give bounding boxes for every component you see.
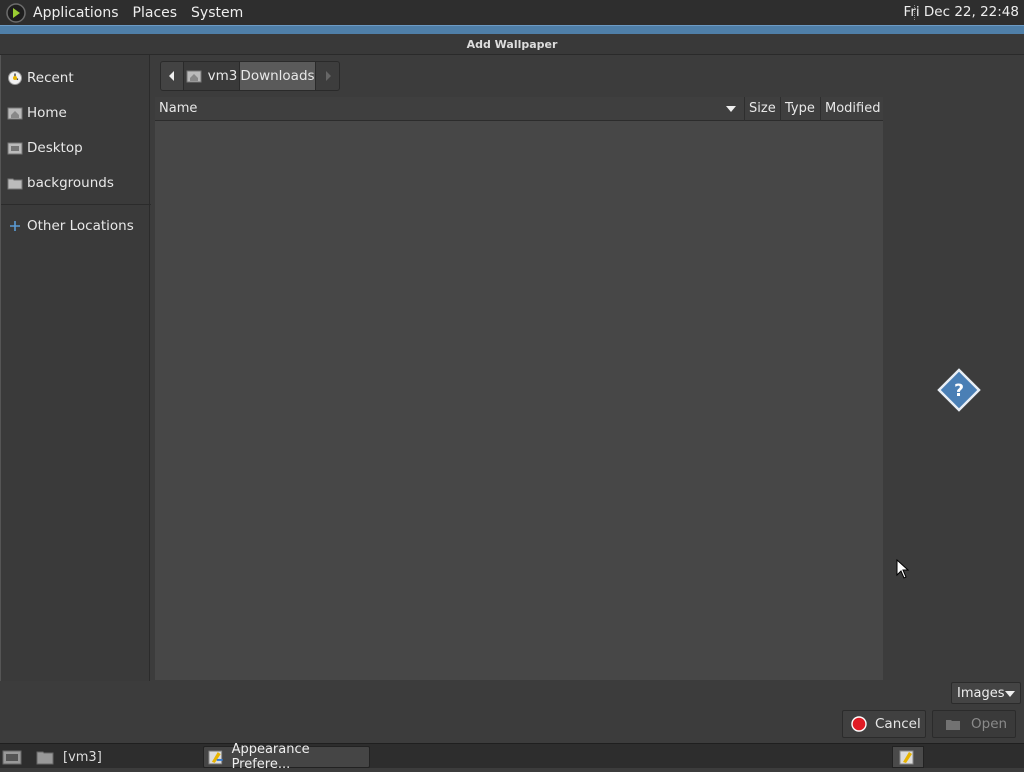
column-header-label: Name [159, 101, 198, 116]
column-header-type[interactable]: Type [780, 97, 820, 121]
show-desktop-icon [2, 750, 22, 765]
taskbar-item-appearance[interactable]: Appearance Prefere... [203, 742, 370, 772]
taskbar-item-label: [vm3] [63, 749, 102, 765]
svg-text:?: ? [954, 381, 964, 401]
sidebar-item-home[interactable]: Home [7, 103, 67, 123]
column-header-modified[interactable]: Modified [820, 97, 883, 121]
desktop-folder-icon [7, 142, 23, 155]
taskbar-item-vm3[interactable]: [vm3] [36, 746, 196, 768]
folder-icon [7, 178, 23, 190]
sidebar-item-desktop[interactable]: Desktop [7, 138, 83, 158]
recent-icon [8, 71, 22, 85]
open-label: Open [971, 716, 1008, 732]
window-accent-bar [0, 25, 1024, 34]
filter-selected-label: Images [957, 685, 1005, 701]
open-button[interactable]: Open [932, 710, 1016, 738]
path-segment-label: Downloads [240, 68, 315, 84]
path-segment-label: vm3 [207, 68, 238, 84]
preview-pane: ? [884, 97, 1024, 680]
plus-icon [10, 221, 20, 231]
chevron-down-icon [1005, 691, 1015, 697]
menu-system[interactable]: System [191, 5, 243, 21]
file-type-filter[interactable]: Images [951, 682, 1021, 704]
path-segment-downloads[interactable]: Downloads [240, 61, 316, 91]
appearance-icon [208, 750, 223, 765]
chevron-right-icon [325, 71, 331, 81]
folder-icon [36, 751, 54, 765]
applications-logo-icon[interactable] [5, 2, 27, 24]
path-bar: vm3 Downloads [160, 61, 340, 91]
show-desktop-button[interactable] [2, 746, 22, 768]
open-folder-icon [946, 720, 960, 730]
mouse-pointer-icon [896, 559, 910, 579]
clock[interactable]: Fri Dec 22, 22:48 [904, 4, 1019, 20]
cancel-icon [851, 716, 867, 732]
sidebar-item-label: backgrounds [27, 175, 114, 191]
path-back-button[interactable] [160, 61, 184, 91]
cancel-button[interactable]: Cancel [842, 710, 926, 738]
home-icon [7, 107, 23, 120]
path-forward-button[interactable] [316, 61, 340, 91]
file-list[interactable] [155, 121, 883, 680]
sidebar-item-label: Desktop [27, 140, 83, 156]
appearance-icon [899, 750, 914, 765]
sidebar-item-label: Home [27, 105, 67, 121]
question-icon: ? [937, 368, 981, 412]
sidebar-item-label: Recent [27, 70, 74, 86]
sidebar-divider [1, 204, 151, 205]
path-segment-vm3[interactable]: vm3 [184, 61, 240, 91]
sort-down-icon [726, 106, 736, 112]
file-list-header: Name Size Type Modified [155, 97, 883, 121]
menu-applications[interactable]: Applications [33, 5, 119, 21]
places-sidebar: Recent Home Desktop backgrounds Other Lo… [0, 55, 151, 681]
sidebar-item-recent[interactable]: Recent [7, 68, 74, 88]
sidebar-item-label: Other Locations [27, 218, 134, 234]
sidebar-item-other-locations[interactable]: Other Locations [7, 216, 134, 236]
bottom-taskbar: [vm3] Appearance Prefere... [0, 742, 1024, 772]
column-header-name[interactable]: Name [155, 97, 744, 121]
chevron-left-icon [169, 71, 174, 81]
workspace-switcher[interactable] [892, 746, 924, 768]
menu-places[interactable]: Places [133, 5, 178, 21]
dialog-title: Add Wallpaper [0, 34, 1024, 55]
column-header-size[interactable]: Size [744, 97, 780, 121]
top-panel: Applications Places System Fri Dec 22, 2… [0, 0, 1024, 25]
cancel-label: Cancel [875, 716, 921, 732]
home-icon [186, 70, 202, 83]
sidebar-item-backgrounds[interactable]: backgrounds [7, 173, 114, 193]
